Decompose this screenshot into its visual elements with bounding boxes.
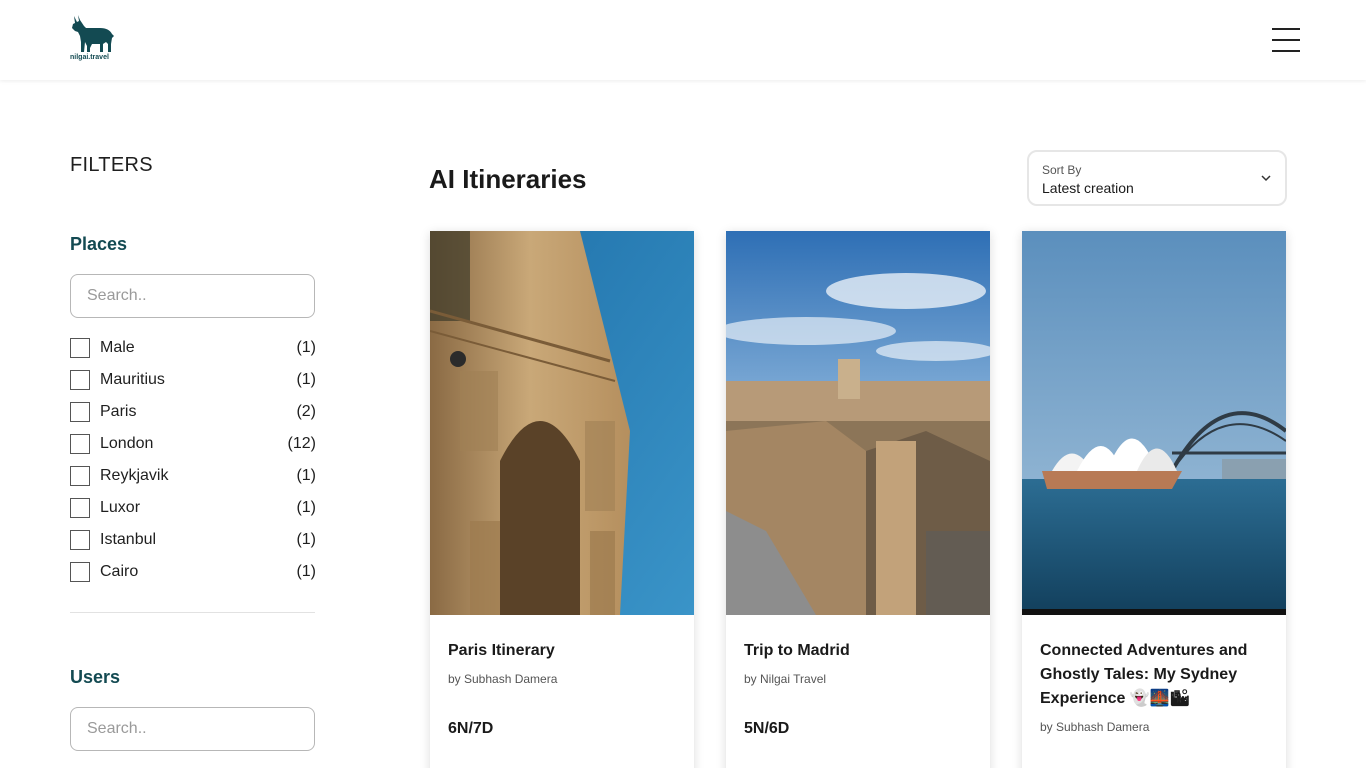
card-duration: 5N/6D <box>744 720 790 737</box>
menu-bar-icon <box>1272 39 1300 41</box>
nilgai-logo[interactable]: nilgai.travel <box>70 14 116 64</box>
nilgai-antelope-icon <box>72 15 114 52</box>
card-title: Connected Adventures and Ghostly Tales: … <box>1040 642 1248 707</box>
place-count: (1) <box>296 371 316 388</box>
card-title: Trip to Madrid <box>744 642 850 659</box>
itinerary-card-madrid[interactable]: Trip to Madrid by Nilgai Travel 5N/6D <box>726 231 990 768</box>
top-header: nilgai.travel <box>0 0 1366 80</box>
place-filter-london[interactable]: London (12) <box>70 434 316 466</box>
place-filter-luxor[interactable]: Luxor (1) <box>70 498 316 530</box>
itinerary-card-sydney[interactable]: Connected Adventures and Ghostly Tales: … <box>1022 231 1286 768</box>
itinerary-card-paris[interactable]: Paris Itinerary by Subhash Damera 6N/7D <box>430 231 694 768</box>
users-search-input[interactable] <box>70 707 315 751</box>
sydney-opera-house-photo[interactable] <box>1022 231 1286 615</box>
place-filter-reykjavik[interactable]: Reykjavik (1) <box>70 466 316 498</box>
users-section-title: Users <box>70 667 121 687</box>
arc-de-triomphe-photo[interactable] <box>430 231 694 615</box>
place-checkbox[interactable] <box>70 466 90 486</box>
place-filter-cairo[interactable]: Cairo (1) <box>70 562 316 594</box>
place-count: (1) <box>296 499 316 516</box>
place-checkbox[interactable] <box>70 530 90 550</box>
place-checkbox[interactable] <box>70 434 90 454</box>
hamburger-menu-button[interactable] <box>1270 27 1302 53</box>
place-filter-paris[interactable]: Paris (2) <box>70 402 316 434</box>
place-label: Cairo <box>100 563 139 580</box>
places-section-title: Places <box>70 234 128 254</box>
place-label: Reykjavik <box>100 467 169 484</box>
place-count: (1) <box>296 531 316 548</box>
place-label: Paris <box>100 403 137 420</box>
card-duration: 6N/7D <box>448 720 494 737</box>
place-filter-male[interactable]: Male (1) <box>70 338 316 370</box>
place-filter-istanbul[interactable]: Istanbul (1) <box>70 530 316 562</box>
place-checkbox[interactable] <box>70 562 90 582</box>
filters-title: FILTERS <box>70 154 153 176</box>
place-label: Istanbul <box>100 531 157 548</box>
place-label: Mauritius <box>100 371 165 388</box>
place-label: Luxor <box>100 499 141 516</box>
card-author: by Subhash Damera <box>448 672 558 686</box>
place-filter-mauritius[interactable]: Mauritius (1) <box>70 370 316 402</box>
sort-by-dropdown[interactable]: Sort By Latest creation <box>1027 150 1287 206</box>
place-label: London <box>100 435 154 452</box>
menu-bar-icon <box>1272 50 1300 52</box>
sort-label: Sort By <box>1042 163 1082 177</box>
places-search-input[interactable] <box>70 274 315 318</box>
place-count: (2) <box>296 403 316 420</box>
place-count: (12) <box>287 435 316 452</box>
place-checkbox[interactable] <box>70 338 90 358</box>
place-count: (1) <box>296 467 316 484</box>
section-divider <box>70 612 315 613</box>
place-checkbox[interactable] <box>70 498 90 518</box>
madrid-cityscape-photo[interactable] <box>726 231 990 615</box>
place-checkbox[interactable] <box>70 402 90 422</box>
sort-value: Latest creation <box>1042 180 1134 196</box>
card-title: Paris Itinerary <box>448 642 555 659</box>
place-checkbox[interactable] <box>70 370 90 390</box>
logo-text: nilgai.travel <box>70 54 109 61</box>
menu-bar-icon <box>1272 28 1300 30</box>
card-author: by Subhash Damera <box>1040 720 1150 734</box>
places-list: Male (1) Mauritius (1) Paris (2) London … <box>70 338 316 594</box>
place-count: (1) <box>296 339 316 356</box>
place-label: Male <box>100 339 135 356</box>
card-author: by Nilgai Travel <box>744 672 827 686</box>
page-title: AI Itineraries <box>429 164 587 194</box>
chevron-down-icon <box>1261 175 1271 182</box>
place-count: (1) <box>296 563 316 580</box>
